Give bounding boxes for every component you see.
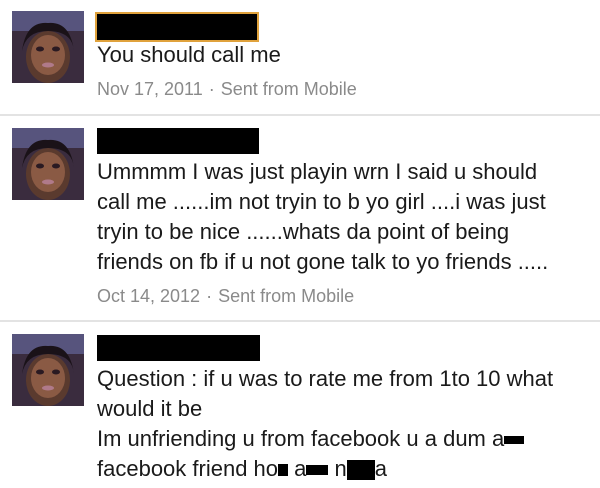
avatar-photo-icon — [12, 128, 84, 200]
message-text: facebook friend ho — [97, 456, 279, 481]
avatar-photo-icon — [12, 334, 84, 406]
message-thread: You should call me Nov 17, 2011 · Sent fro… — [0, 0, 600, 488]
message-date: Oct 14, 2012 — [97, 286, 201, 306]
message-line: Question : if u was to rate me from 1to … — [97, 366, 554, 391]
sender-name-redacted[interactable] — [97, 128, 259, 154]
message-text: n — [334, 456, 347, 481]
message-source: Sent from Mobile — [220, 79, 357, 99]
redaction-bar — [504, 436, 525, 445]
sender-avatar[interactable] — [12, 334, 84, 406]
message-line: would it be — [97, 396, 203, 421]
message-line: Im unfriending u from facebook u a dum a — [97, 424, 587, 454]
redaction-bar — [346, 460, 375, 481]
redaction-bar — [306, 465, 329, 476]
message-body: Ummmm I was just playin wrn I said u sho… — [97, 157, 587, 277]
message-line: call me ......im not tryin to b yo girl … — [97, 189, 546, 214]
message-line: You should call me — [97, 42, 281, 67]
message-text: a — [294, 456, 307, 481]
message-line: facebook friend ho a n a — [97, 454, 587, 484]
message-text: a — [374, 456, 388, 481]
message-meta: Nov 17, 2011 · Sent from Mobile — [97, 78, 357, 100]
message-item: Question : if u was to rate me from 1to … — [0, 322, 600, 488]
meta-separator: · — [208, 79, 215, 99]
message-source: Sent from Mobile — [218, 286, 355, 306]
sender-avatar[interactable] — [12, 128, 84, 200]
message-line: Ummmm I was just playin wrn I said u sho… — [97, 159, 538, 184]
message-line: tryin to be nice ......whats da point of… — [97, 219, 510, 244]
sender-name-redacted[interactable] — [97, 335, 260, 361]
message-date: Nov 17, 2011 — [97, 79, 203, 99]
redaction-bar — [278, 464, 289, 477]
message-body: Question : if u was to rate me from 1to … — [97, 364, 587, 484]
sender-avatar[interactable] — [12, 11, 84, 83]
sender-name-redacted[interactable] — [95, 12, 259, 42]
meta-separator: · — [206, 286, 213, 306]
message-item: Ummmm I was just playin wrn I said u sho… — [0, 116, 600, 320]
message-text: Im unfriending u from facebook u a dum a — [97, 426, 505, 451]
message-meta: Oct 14, 2012 · Sent from Mobile — [97, 285, 354, 307]
message-line: friends on fb if u not gone talk to yo f… — [97, 249, 549, 274]
message-item: You should call me Nov 17, 2011 · Sent fro… — [0, 0, 600, 114]
message-body: You should call me — [97, 40, 587, 70]
avatar-photo-icon — [12, 11, 84, 83]
